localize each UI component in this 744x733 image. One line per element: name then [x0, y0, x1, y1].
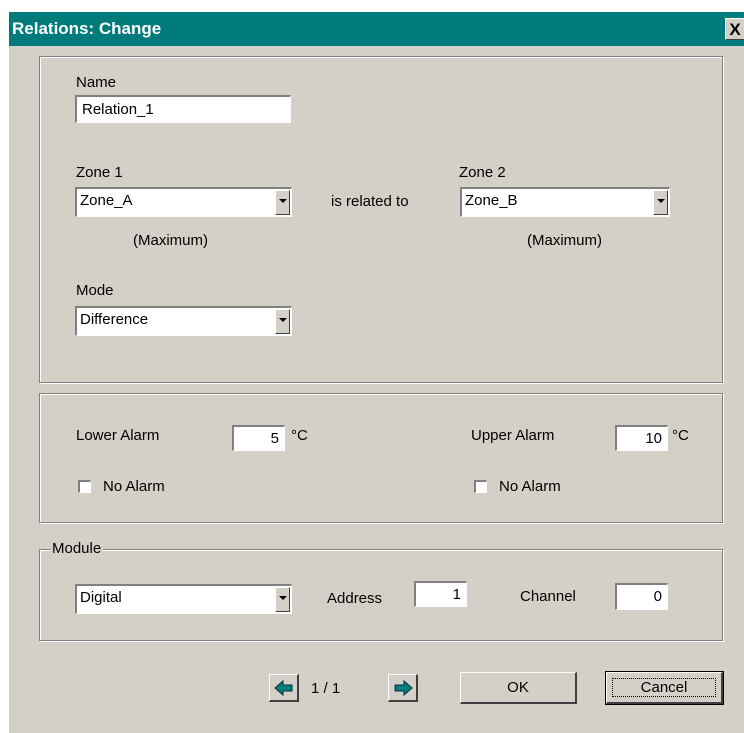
channel-label: Channel	[520, 588, 576, 605]
lower-alarm-input[interactable]: 5	[232, 425, 285, 451]
page-indicator: 1 / 1	[311, 680, 341, 697]
upper-alarm-unit: °C	[672, 427, 689, 444]
title-bar[interactable]: Relations: Change X	[9, 12, 744, 46]
close-button[interactable]: X	[725, 18, 744, 40]
relations-change-dialog: Relations: Change X Name Relation_1 Zone…	[9, 12, 744, 733]
name-label: Name	[76, 74, 117, 91]
zone1-note: (Maximum)	[133, 232, 208, 249]
mode-select[interactable]: Difference	[75, 306, 292, 336]
lower-no-alarm-label[interactable]: No Alarm	[103, 478, 165, 495]
ok-button[interactable]: OK	[460, 672, 577, 704]
upper-no-alarm-label[interactable]: No Alarm	[499, 478, 561, 495]
window-title: Relations: Change	[12, 19, 162, 38]
module-type-select[interactable]: Digital	[75, 584, 292, 614]
zone2-value: Zone_B	[465, 192, 518, 209]
chevron-down-icon[interactable]	[653, 190, 668, 215]
arrow-left-icon	[274, 679, 293, 697]
zone1-value: Zone_A	[80, 192, 133, 209]
zone2-select[interactable]: Zone_B	[460, 187, 670, 217]
lower-no-alarm-checkbox[interactable]	[78, 480, 91, 493]
upper-alarm-label: Upper Alarm	[471, 427, 555, 444]
zone2-label: Zone 2	[459, 164, 506, 181]
lower-alarm-label: Lower Alarm	[76, 427, 160, 444]
zone2-note: (Maximum)	[527, 232, 602, 249]
upper-alarm-input[interactable]: 10	[615, 425, 668, 451]
cancel-label: Cancel	[640, 679, 688, 696]
alarm-group	[39, 393, 723, 523]
arrow-right-icon	[394, 679, 413, 697]
name-input[interactable]: Relation_1	[75, 95, 291, 123]
close-icon: X	[729, 20, 741, 39]
mode-label: Mode	[76, 282, 114, 299]
upper-no-alarm-checkbox[interactable]	[474, 480, 487, 493]
previous-page-button[interactable]	[269, 674, 299, 702]
chevron-down-icon[interactable]	[275, 587, 290, 612]
chevron-down-icon[interactable]	[275, 190, 290, 215]
module-legend: Module	[50, 540, 104, 557]
channel-input[interactable]: 0	[615, 583, 668, 610]
zone1-select[interactable]: Zone_A	[75, 187, 292, 217]
chevron-down-icon[interactable]	[275, 309, 290, 334]
mode-value: Difference	[80, 311, 149, 328]
zone1-label: Zone 1	[76, 164, 123, 181]
ok-label: OK	[507, 679, 529, 696]
lower-alarm-unit: °C	[291, 427, 308, 444]
next-page-button[interactable]	[388, 674, 418, 702]
address-input[interactable]: 1	[414, 581, 467, 607]
cancel-button[interactable]: Cancel	[605, 671, 724, 705]
related-text: is related to	[331, 193, 409, 210]
address-label: Address	[327, 590, 383, 607]
module-type-value: Digital	[80, 589, 122, 606]
